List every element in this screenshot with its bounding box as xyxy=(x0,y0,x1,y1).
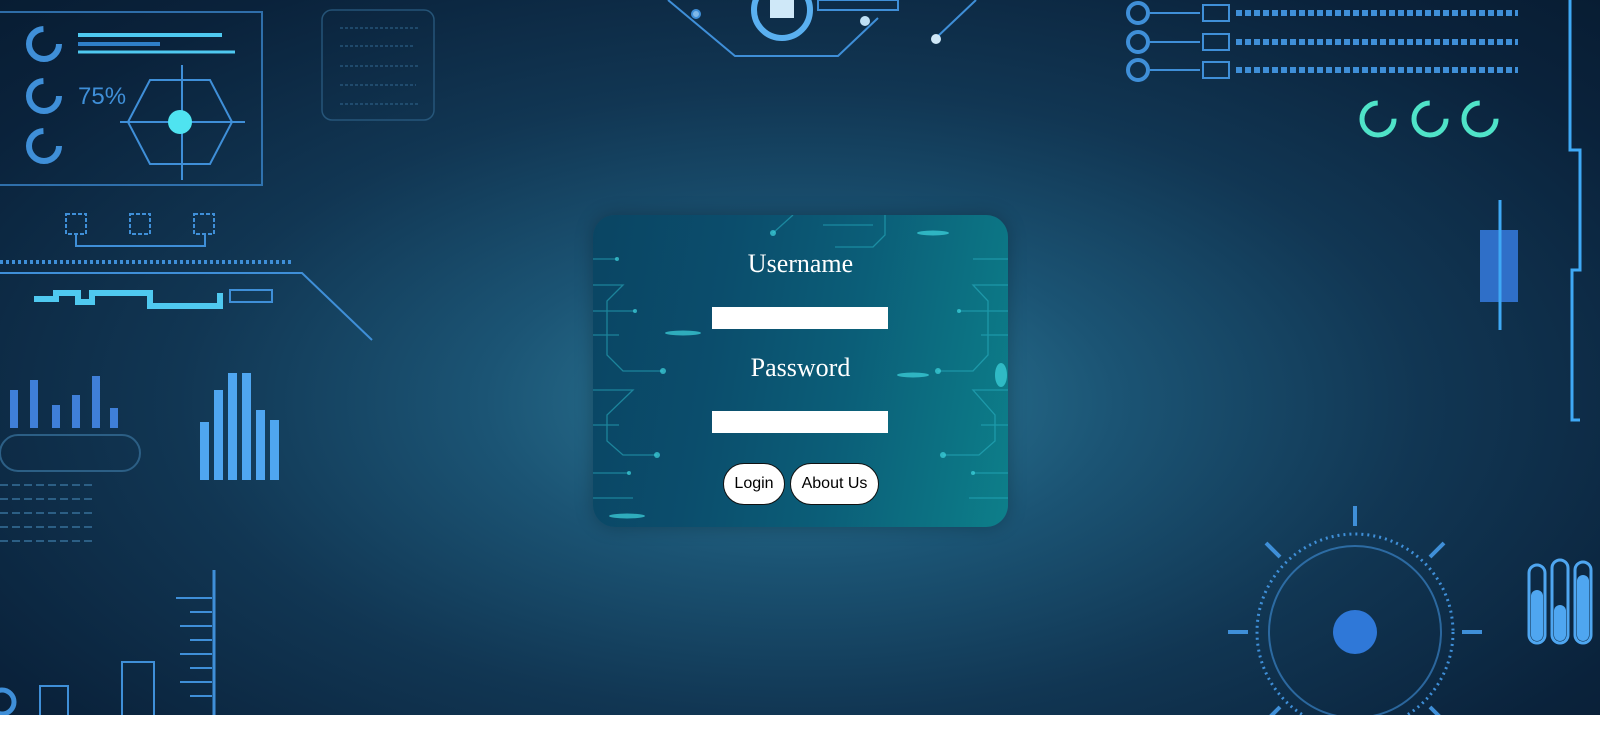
username-input[interactable] xyxy=(712,307,888,329)
hud-left-middle xyxy=(0,213,373,341)
login-button[interactable]: Login xyxy=(723,463,785,505)
hud-bar-cluster-left xyxy=(10,376,118,428)
password-label: Password xyxy=(750,353,851,382)
hud-percent-text: 75% xyxy=(78,83,126,110)
hud-data-box xyxy=(321,9,435,121)
hud-pill-outline xyxy=(0,434,141,472)
hud-top-right-rows xyxy=(1126,1,1518,138)
about-us-button[interactable]: About Us xyxy=(790,463,879,505)
password-input[interactable] xyxy=(712,411,888,433)
hud-dot-grid xyxy=(0,484,96,542)
bottom-strip xyxy=(0,715,1600,731)
hud-top-center xyxy=(667,0,977,57)
hud-cylinders-bottom-right xyxy=(1527,558,1593,645)
hud-ruler-bottom-left xyxy=(0,570,216,731)
login-card: Username Password Login About Us xyxy=(593,215,1008,527)
hud-panel-top-left xyxy=(0,11,263,186)
username-label: Username xyxy=(747,249,854,278)
hud-right-edge xyxy=(1480,0,1582,422)
hud-bar-cluster-right xyxy=(200,373,279,480)
hud-gauge-bottom-right xyxy=(1228,506,1482,731)
